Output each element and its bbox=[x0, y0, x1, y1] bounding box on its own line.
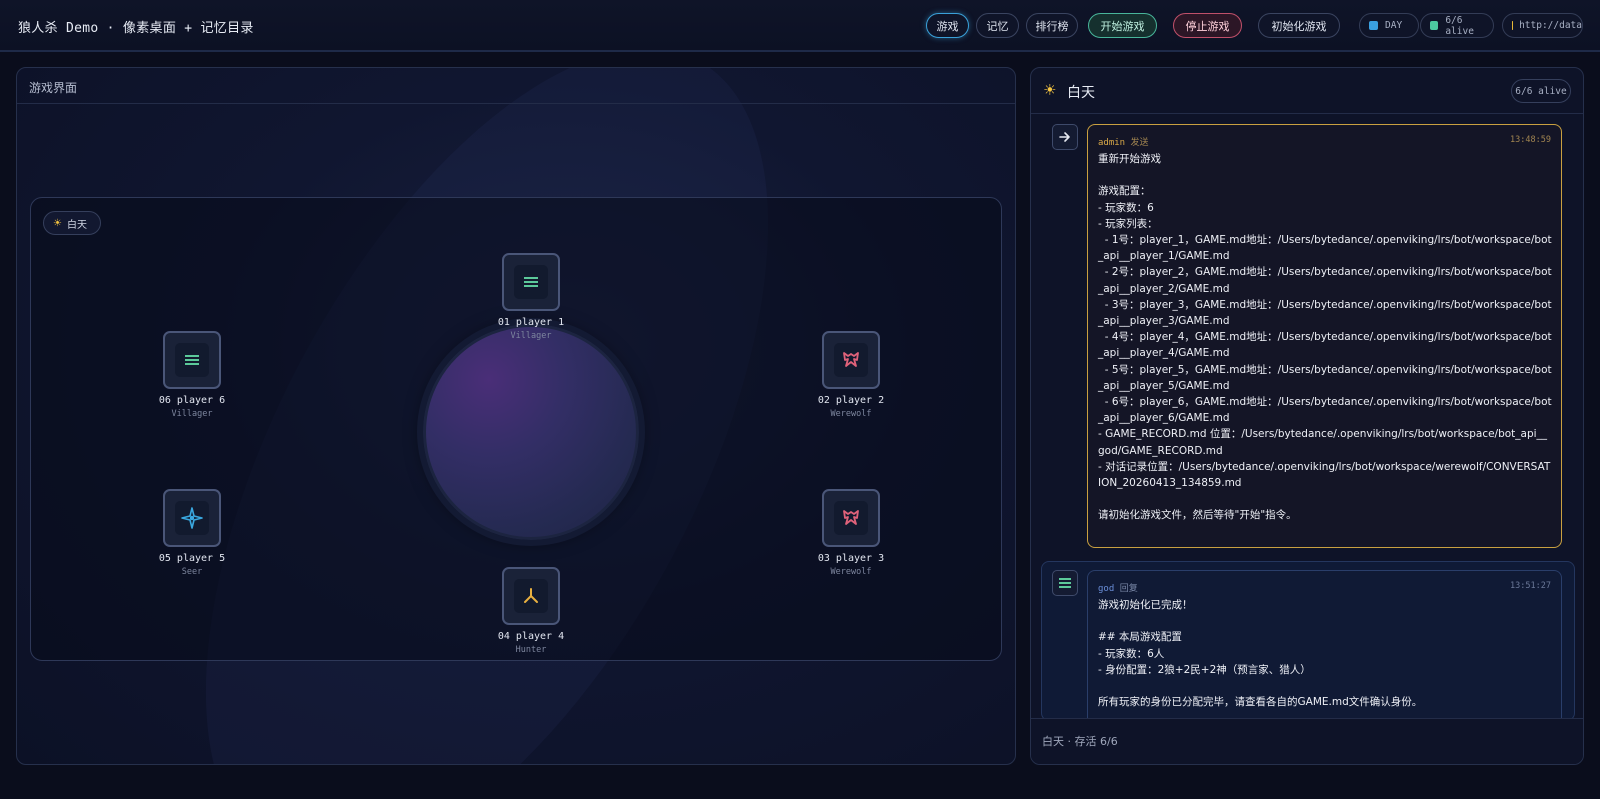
phase-chip: ☀ 白天 bbox=[43, 211, 101, 235]
message-action: 发送 bbox=[1130, 138, 1149, 148]
villager-lines-icon bbox=[524, 277, 538, 287]
chat-alive-badge: 6/6 alive bbox=[1511, 79, 1571, 103]
player-name: 06 player 6 bbox=[158, 395, 226, 406]
player-name: 05 player 5 bbox=[158, 553, 226, 564]
player-name: 04 player 4 bbox=[497, 631, 565, 642]
player-seat-6[interactable]: 06 player 6 Villager bbox=[132, 331, 252, 419]
god-message: god 回复 13:51:27 游戏初始化已完成！ ## 本局游戏配置 - 玩家… bbox=[1087, 570, 1562, 730]
center-table bbox=[423, 324, 639, 540]
player-role: Villager bbox=[171, 409, 213, 419]
phase-status-pill: DAY bbox=[1359, 13, 1419, 38]
message-meta: god 回复 bbox=[1098, 581, 1138, 594]
message-time: 13:48:59 bbox=[1510, 135, 1551, 145]
app-title: 狼人杀 Demo · 像素桌面 + 记忆目录 bbox=[18, 21, 254, 36]
player-avatar[interactable] bbox=[502, 253, 560, 311]
nav-memory-button[interactable]: 记忆 bbox=[976, 13, 1019, 38]
player-seat-3[interactable]: 03 player 3 Werewolf bbox=[791, 489, 911, 577]
player-role: Hunter bbox=[515, 645, 547, 655]
player-avatar[interactable] bbox=[163, 331, 221, 389]
nav-leaderboard-button[interactable]: 排行榜 bbox=[1026, 13, 1078, 38]
player-avatar[interactable] bbox=[163, 489, 221, 547]
alive-status-pill: 6/6 alive bbox=[1420, 13, 1494, 38]
seer-star-icon bbox=[181, 507, 203, 529]
message-action: 回复 bbox=[1119, 584, 1138, 594]
player-name: 03 player 3 bbox=[817, 553, 885, 564]
werewolf-mask-icon bbox=[843, 352, 859, 367]
game-panel-title: 游戏界面 bbox=[17, 68, 1015, 104]
player-role: Villager bbox=[510, 331, 552, 341]
chat-panel: ☀ 白天 6/6 alive admin 发送 13:48:59 重新开始游戏 … bbox=[1030, 67, 1584, 765]
player-name: 02 player 2 bbox=[817, 395, 885, 406]
game-board: ☀ 白天 01 player 1 Villager 02 player 2 We… bbox=[30, 197, 1002, 661]
nav-game-button[interactable]: 游戏 bbox=[926, 13, 969, 38]
url-status-text: http://data bbox=[1519, 20, 1582, 31]
player-avatar[interactable] bbox=[502, 567, 560, 625]
werewolf-mask-icon bbox=[843, 510, 859, 525]
player-role: Werewolf bbox=[830, 567, 872, 577]
phase-status-text: DAY bbox=[1385, 20, 1403, 31]
player-role: Werewolf bbox=[830, 409, 872, 419]
player-seat-5[interactable]: 05 player 5 Seer bbox=[132, 489, 252, 577]
stop-game-button[interactable]: 停止游戏 bbox=[1173, 13, 1242, 38]
player-name: 01 player 1 bbox=[497, 317, 565, 328]
message-sender: god bbox=[1098, 584, 1115, 594]
player-avatar[interactable] bbox=[822, 331, 880, 389]
top-bar: 狼人杀 Demo · 像素桌面 + 记忆目录 游戏 记忆 排行榜 开始游戏 停止… bbox=[0, 0, 1600, 52]
alive-dot-icon bbox=[1430, 21, 1439, 30]
sun-icon: ☀ bbox=[53, 217, 62, 229]
message-body: 游戏初始化已完成！ ## 本局游戏配置 - 玩家数：6人 - 身份配置：2狼+2… bbox=[1098, 599, 1423, 709]
arrow-right-icon bbox=[1052, 124, 1078, 150]
chat-panel-footer: 白天 · 存活 6/6 bbox=[1031, 718, 1583, 764]
admin-message: admin 发送 13:48:59 重新开始游戏 游戏配置： - 玩家数：6 -… bbox=[1087, 124, 1562, 548]
player-seat-2[interactable]: 02 player 2 Werewolf bbox=[791, 331, 911, 419]
init-game-button[interactable]: 初始化游戏 bbox=[1258, 13, 1340, 38]
player-role: Seer bbox=[181, 567, 203, 577]
message-time: 13:51:27 bbox=[1510, 581, 1551, 591]
sun-icon: ☀ bbox=[1043, 81, 1057, 99]
villager-lines-icon bbox=[185, 355, 199, 365]
chat-panel-title: 白天 bbox=[1067, 85, 1095, 101]
god-lines-icon bbox=[1052, 570, 1078, 596]
message-body: 重新开始游戏 游戏配置： - 玩家数：6 - 玩家列表： - 1号：player… bbox=[1098, 153, 1552, 522]
alive-status-text: 6/6 alive bbox=[1445, 14, 1474, 37]
url-status-pill: http://data bbox=[1502, 13, 1583, 38]
phase-chip-label: 白天 bbox=[66, 219, 87, 231]
start-game-button[interactable]: 开始游戏 bbox=[1088, 13, 1157, 38]
game-panel: 游戏界面 ☀ 白天 01 player 1 Villager 02 player… bbox=[16, 67, 1016, 765]
hunter-arrow-icon bbox=[524, 588, 538, 603]
player-seat-1[interactable]: 01 player 1 Villager bbox=[471, 253, 591, 341]
player-avatar[interactable] bbox=[822, 489, 880, 547]
chat-panel-header: ☀ 白天 6/6 alive bbox=[1031, 68, 1583, 114]
player-seat-4[interactable]: 04 player 4 Hunter bbox=[471, 567, 591, 655]
message-meta: admin 发送 bbox=[1098, 135, 1149, 148]
message-sender: admin bbox=[1098, 138, 1126, 148]
phase-dot-icon bbox=[1369, 21, 1378, 30]
